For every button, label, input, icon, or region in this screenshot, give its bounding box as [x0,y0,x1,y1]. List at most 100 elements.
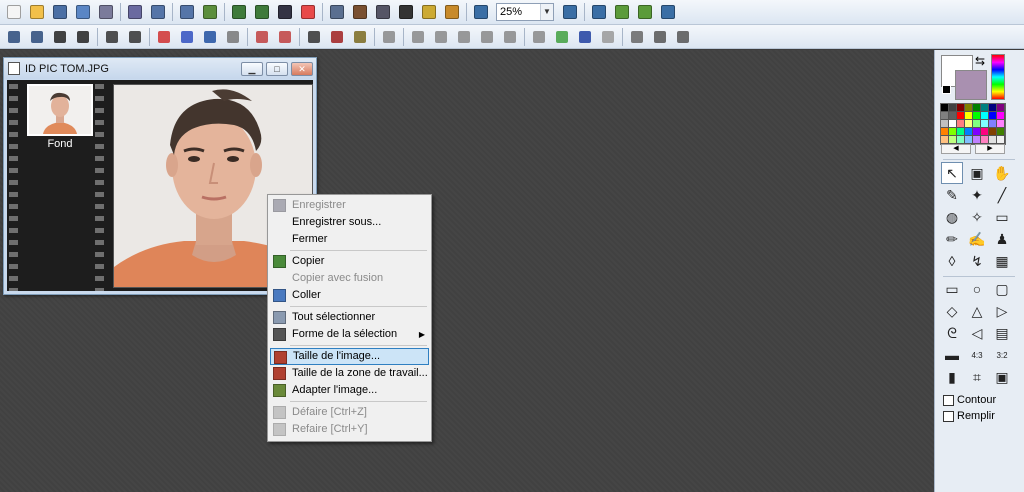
palette-swatch[interactable] [957,120,965,128]
frame-icon[interactable] [275,2,295,22]
palette-swatch[interactable] [981,120,989,128]
shift-right-icon[interactable] [125,27,145,47]
mosaic-icon[interactable] [327,27,347,47]
fullscreen-icon[interactable] [658,2,678,22]
flip-v-icon[interactable] [73,27,93,47]
actual-size-icon[interactable] [635,2,655,22]
close-button[interactable]: ✕ [291,61,313,76]
ratio-free-icon[interactable]: ▬ [941,344,963,366]
plugin-icon[interactable] [442,2,462,22]
palette-swatch[interactable] [997,104,1005,112]
palette-swatch[interactable] [997,112,1005,120]
palette-swatch[interactable] [989,128,997,136]
print-preview-icon[interactable] [650,27,670,47]
minimize-button[interactable]: ▁ [241,61,263,76]
palette-next-button[interactable]: ▶ [975,144,1005,154]
palette-swatch[interactable] [981,136,989,144]
magic-wand-icon[interactable]: ✦ [966,184,988,206]
triangle-shape-icon[interactable]: △ [966,300,988,322]
brightness-icon[interactable] [408,27,428,47]
palette-swatch[interactable] [981,112,989,120]
palette-swatch[interactable] [957,104,965,112]
auto-adjust-icon[interactable] [252,27,272,47]
fill-checkbox-box[interactable] [943,410,954,422]
hue-slider[interactable] [991,54,1005,100]
palette-swatch[interactable] [973,128,981,136]
window-icon[interactable] [471,2,491,22]
color-balance-icon[interactable] [154,27,174,47]
reset-colors-icon[interactable] [942,85,951,94]
palette-swatch[interactable] [981,128,989,136]
palette-swatch[interactable] [941,104,949,112]
drop-icon[interactable]: ◊ [941,250,963,272]
rounded-rect-shape-icon[interactable]: ▢ [991,278,1013,300]
palette-swatch[interactable] [949,104,957,112]
menu-item[interactable]: Enregistrer sous... [270,214,429,231]
transform-icon[interactable]: ⌗ [966,366,988,388]
palette-swatch[interactable] [981,104,989,112]
document-titlebar[interactable]: ID PIC TOM.JPG ▁ □ ✕ [4,58,316,79]
palette-swatch[interactable] [965,120,973,128]
ellipse-shape-icon[interactable]: ○ [966,278,988,300]
palette-swatch[interactable] [989,136,997,144]
palette-swatch[interactable] [949,120,957,128]
emboss-icon[interactable] [477,27,497,47]
fill-bucket-icon[interactable]: ◍ [941,206,963,228]
crop-tool-icon[interactable]: ▣ [966,162,988,184]
palette-swatch[interactable] [941,112,949,120]
menu-item[interactable]: Coller [270,287,429,304]
spray-icon[interactable]: ✧ [966,206,988,228]
levels-icon[interactable] [177,27,197,47]
swap-colors-icon[interactable]: ⇆ [975,54,985,68]
load-selection-icon[interactable]: ▤ [991,322,1013,344]
contour-checkbox-box[interactable] [943,394,954,406]
palette-swatch[interactable] [949,112,957,120]
palette-swatch[interactable] [965,128,973,136]
portrait-icon[interactable]: ▦ [991,250,1013,272]
smudge-icon[interactable]: ✍ [966,228,988,250]
layer-thumbnail[interactable] [27,84,93,136]
copy-image-icon[interactable] [200,2,220,22]
auto-adjust-2-icon[interactable] [275,27,295,47]
fill-checkbox[interactable]: Remplir [943,410,995,422]
palette-swatch[interactable] [973,112,981,120]
brush-icon[interactable]: ✏ [941,228,963,250]
histogram-icon[interactable] [200,27,220,47]
retouch-icon[interactable]: ↯ [966,250,988,272]
palette-swatch[interactable] [941,136,949,144]
background-color-swatch[interactable] [955,70,987,100]
menu-item[interactable]: Fermer [270,231,429,248]
eraser-icon[interactable]: ▭ [991,206,1013,228]
save-as-icon[interactable] [73,2,93,22]
vertical-size-icon[interactable]: ▮ [941,366,963,388]
redo-icon[interactable] [177,2,197,22]
palette-swatch[interactable] [989,120,997,128]
palette-swatch[interactable] [949,128,957,136]
compare-icon[interactable] [598,27,618,47]
zoom-out-icon[interactable] [589,2,609,22]
select-arrow-icon[interactable]: ↖ [941,162,963,184]
palette-swatch[interactable] [973,136,981,144]
line-tool-icon[interactable]: ╱ [991,184,1013,206]
print-icon[interactable] [96,2,116,22]
paste-icon[interactable] [229,2,249,22]
dither-icon[interactable] [223,27,243,47]
menu-item[interactable]: Adapter l'image... [270,382,429,399]
contrast-icon[interactable] [379,27,399,47]
contour-checkbox[interactable]: Contour [943,394,996,406]
palette-swatch[interactable] [997,136,1005,144]
effects-icon[interactable] [419,2,439,22]
ratio-3-2-icon[interactable]: 3:2 [991,344,1013,366]
zoom-select[interactable]: 25% ▼ [496,3,554,21]
color-palette[interactable] [940,103,1006,145]
menu-item[interactable]: Taille de l'image... [270,348,429,365]
palette-swatch[interactable] [973,120,981,128]
diamond-shape-icon[interactable]: ◇ [941,300,963,322]
right-triangle-shape-icon[interactable]: ▷ [991,300,1013,322]
palette-prev-button[interactable]: ◀ [941,144,971,154]
palette-swatch[interactable] [957,128,965,136]
maximize-button[interactable]: □ [266,61,288,76]
palette-swatch[interactable] [941,120,949,128]
stamp-icon[interactable]: ♟ [991,228,1013,250]
palette-swatch[interactable] [965,112,973,120]
